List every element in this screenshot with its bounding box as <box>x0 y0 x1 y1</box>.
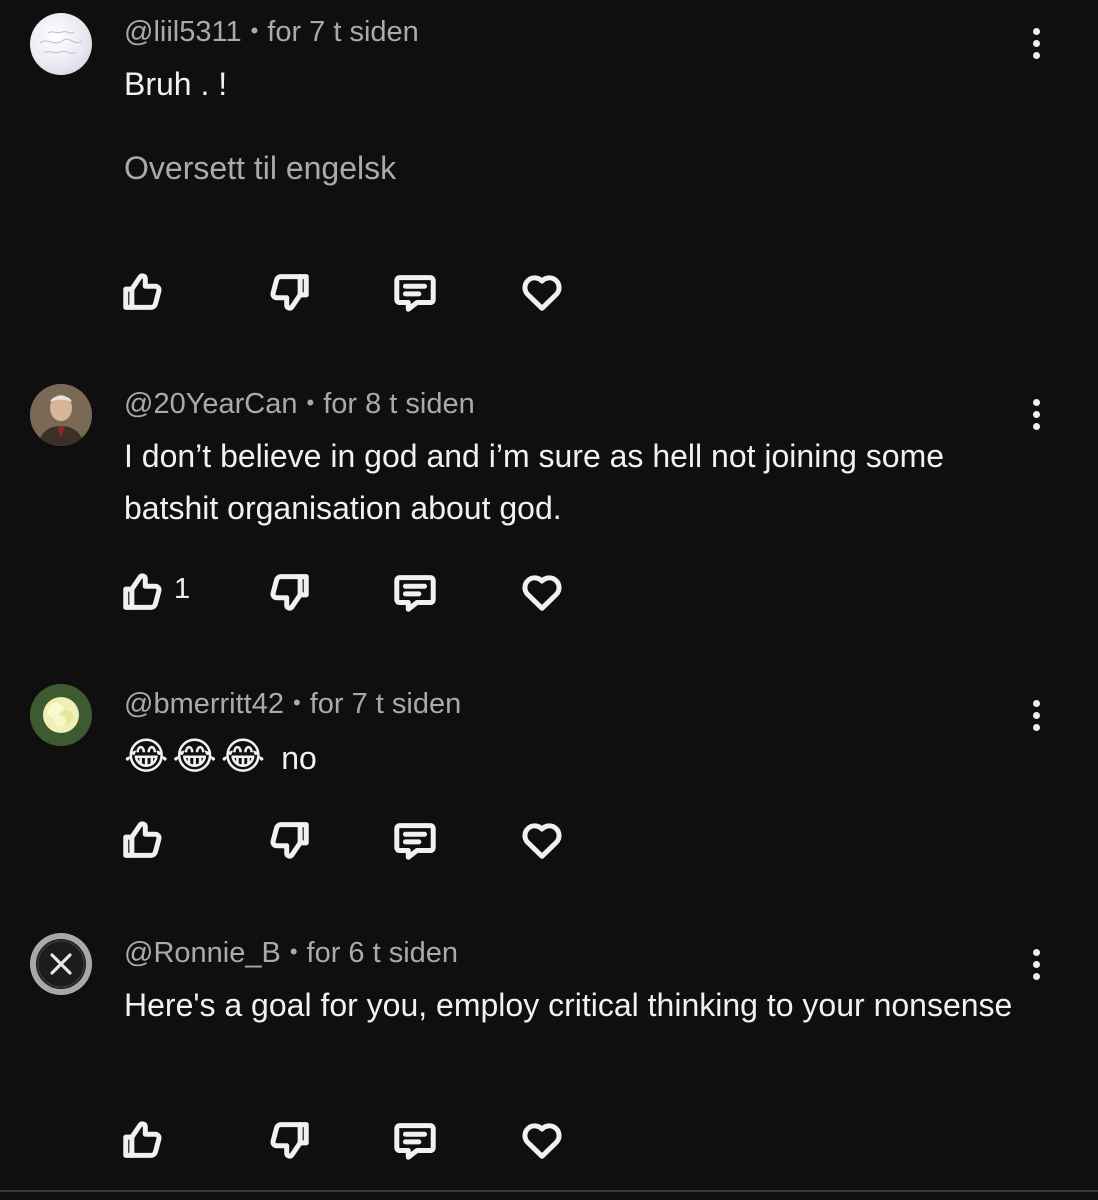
thumbs-down-icon <box>266 1117 312 1163</box>
thumbs-up-icon <box>120 817 166 863</box>
like-button[interactable] <box>118 267 168 317</box>
comment-actions: 1 <box>0 567 1098 617</box>
dislike-button[interactable] <box>264 567 314 617</box>
heart-button[interactable] <box>517 567 567 617</box>
reply-comment-icon <box>392 1117 438 1163</box>
comment-author[interactable]: @20YearCan <box>124 388 298 420</box>
meta-separator: • <box>292 690 301 715</box>
comment-author[interactable]: @bmerritt42 <box>124 688 284 720</box>
comment-text: Bruh . ! <box>124 66 228 102</box>
comment-time: for 7 t siden <box>309 688 462 720</box>
comment-time: for 6 t siden <box>306 937 459 969</box>
comment-menu-button[interactable] <box>1019 392 1053 436</box>
comment-author[interactable]: @Ronnie_B <box>124 937 281 969</box>
comment-actions <box>0 267 1098 317</box>
dislike-button[interactable] <box>264 267 314 317</box>
reply-button[interactable] <box>390 267 440 317</box>
dislike-button[interactable] <box>264 815 314 865</box>
avatar[interactable] <box>30 13 92 75</box>
thumbs-up-icon <box>120 569 166 615</box>
heart-icon <box>519 569 565 615</box>
reply-button[interactable] <box>390 1115 440 1165</box>
like-button[interactable] <box>118 1115 168 1165</box>
meta-separator: • <box>289 939 298 964</box>
heart-icon <box>519 817 565 863</box>
comment-text: I don’t believe in god and i’m sure as h… <box>124 438 945 526</box>
thumbs-down-icon <box>266 569 312 615</box>
like-button[interactable] <box>118 815 168 865</box>
reply-comment-icon <box>392 269 438 315</box>
like-count: 1 <box>174 573 191 605</box>
thumbs-down-icon <box>266 817 312 863</box>
comment-author[interactable]: @liil5311 <box>124 16 242 48</box>
heart-icon <box>519 269 565 315</box>
comment-text-row: 😂😂😂 no <box>124 731 1024 784</box>
reply-button[interactable] <box>390 567 440 617</box>
bottom-divider <box>0 1190 1098 1192</box>
like-button[interactable] <box>118 567 168 617</box>
comments-feed: @liil5311 • for 7 t siden Bruh . ! Overset… <box>0 0 1098 1200</box>
comment-menu-button[interactable] <box>1019 21 1053 65</box>
comment-time: for 7 t siden <box>267 16 419 48</box>
thumbs-down-icon <box>266 269 312 315</box>
meta-separator: • <box>250 18 259 43</box>
more-vertical-icon <box>1032 398 1040 406</box>
heart-button[interactable] <box>517 815 567 865</box>
thumbs-up-icon <box>120 1117 166 1163</box>
dislike-button[interactable] <box>264 1115 314 1165</box>
heart-button[interactable] <box>517 1115 567 1165</box>
more-vertical-icon <box>1032 699 1040 707</box>
translate-link[interactable]: Oversett til engelsk <box>124 150 396 187</box>
reply-comment-icon <box>392 817 438 863</box>
thumbs-up-icon <box>120 269 166 315</box>
heart-button[interactable] <box>517 267 567 317</box>
avatar[interactable] <box>30 684 92 746</box>
avatar[interactable] <box>30 933 92 995</box>
more-vertical-icon <box>1032 27 1040 35</box>
comment-text: no <box>281 740 317 776</box>
comment-time: for 8 t siden <box>323 388 475 420</box>
heart-icon <box>519 1117 565 1163</box>
more-vertical-icon <box>1032 948 1040 956</box>
reply-comment-icon <box>392 569 438 615</box>
comment-actions <box>0 1115 1098 1165</box>
comment-menu-button[interactable] <box>1019 942 1053 986</box>
meta-separator: • <box>306 390 315 415</box>
laughing-emoji: 😂😂😂 <box>124 736 270 778</box>
avatar[interactable] <box>30 384 92 446</box>
comment-text: Here's a goal for you, employ critical t… <box>124 987 1013 1023</box>
comment-actions <box>0 815 1098 865</box>
reply-button[interactable] <box>390 815 440 865</box>
comment-menu-button[interactable] <box>1019 693 1053 737</box>
